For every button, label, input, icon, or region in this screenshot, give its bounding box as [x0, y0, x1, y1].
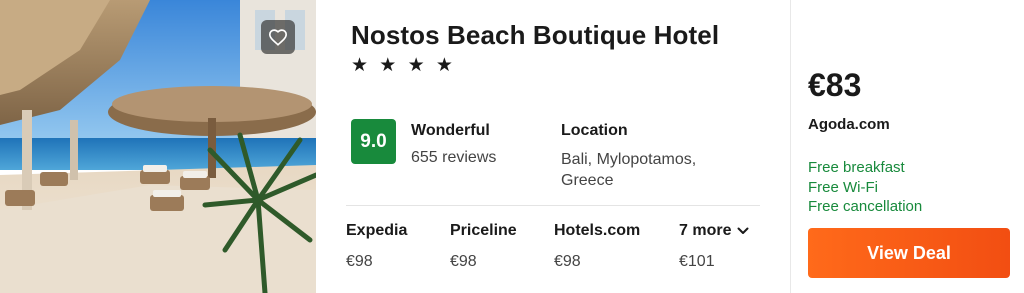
hotel-name[interactable]: Nostos Beach Boutique Hotel	[351, 20, 719, 51]
star-rating: ★ ★ ★ ★	[351, 55, 456, 76]
more-providers-label: 7 more	[679, 222, 749, 240]
provider-price: €98	[554, 253, 581, 270]
hotel-photo[interactable]	[0, 0, 316, 293]
more-providers-button[interactable]: 7 more €101	[679, 222, 749, 271]
rating-label: Wonderful	[411, 122, 490, 139]
hotel-result-card[interactable]: Nostos Beach Boutique Hotel ★ ★ ★ ★ 9.0 …	[0, 0, 1024, 293]
deal-perks: Free breakfast Free Wi-Fi Free cancellat…	[808, 158, 922, 217]
more-providers-text: 7 more	[679, 222, 732, 239]
perk-item: Free breakfast	[808, 159, 905, 176]
deal-price: €83	[808, 67, 862, 103]
review-score-badge: 9.0	[351, 119, 396, 164]
provider-price: €98	[450, 253, 477, 270]
chevron-down-icon	[737, 227, 749, 234]
deal-site: Agoda.com	[808, 116, 890, 133]
perk-item: Free cancellation	[808, 198, 923, 215]
view-deal-button[interactable]: View Deal	[808, 228, 1010, 278]
provider-prices: Expedia €98 Priceline €98 Hotels.com €98…	[346, 222, 766, 282]
location-text: Bali, Mylopotamos, Greece	[561, 151, 697, 189]
provider-name: Hotels.com	[554, 222, 641, 239]
provider-price: €98	[346, 253, 373, 270]
favorite-button[interactable]	[261, 20, 295, 54]
provider-name: Priceline	[450, 222, 517, 239]
best-deal-panel: €83 Agoda.com Free breakfast Free Wi-Fi …	[791, 0, 1024, 293]
provider-hotels-com[interactable]: Hotels.com €98	[554, 222, 640, 271]
provider-expedia[interactable]: Expedia €98	[346, 222, 407, 271]
provider-name: Expedia	[346, 222, 408, 239]
review-count: 655 reviews	[411, 149, 497, 166]
heart-icon	[268, 29, 288, 46]
more-providers-price: €101	[679, 253, 715, 270]
hotel-info: Nostos Beach Boutique Hotel ★ ★ ★ ★ 9.0 …	[316, 0, 790, 293]
provider-priceline[interactable]: Priceline €98	[450, 222, 517, 271]
perk-item: Free Wi-Fi	[808, 178, 878, 196]
divider	[346, 205, 760, 206]
location-title: Location	[561, 122, 628, 139]
